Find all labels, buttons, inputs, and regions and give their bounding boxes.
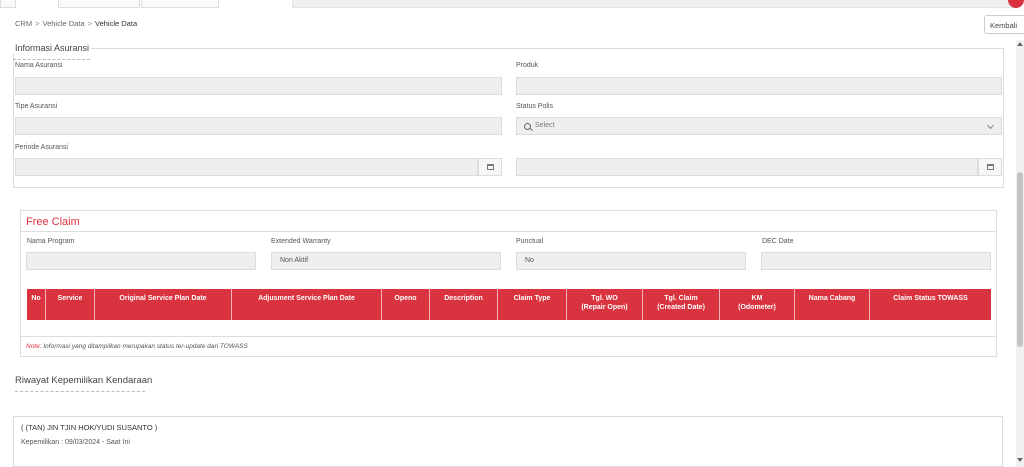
- note-prefix: Note:: [26, 343, 42, 350]
- legend-underline: [15, 391, 145, 392]
- scroll-down-icon[interactable]: [1017, 458, 1023, 462]
- status-polis-label: Status Polis: [516, 103, 553, 110]
- column-header-service[interactable]: Service: [46, 289, 95, 320]
- column-header-adjusment-date[interactable]: Adjusment Service Plan Date: [232, 289, 382, 320]
- column-header-original-date[interactable]: Original Service Plan Date: [95, 289, 232, 320]
- calendar-icon[interactable]: [978, 158, 1002, 176]
- ownership-card: [13, 416, 1003, 467]
- periode-asuransi-label: Periode Asuransi: [15, 144, 68, 151]
- top-bar-fill: [292, 0, 1016, 8]
- column-header-claim-type[interactable]: Claim Type: [498, 289, 567, 320]
- scroll-up-icon[interactable]: [1017, 42, 1023, 46]
- column-header-claim-status[interactable]: Claim Status TOWASS: [870, 289, 991, 320]
- dec-date-label: DEC Date: [762, 238, 794, 245]
- breadcrumb-separator: >: [35, 19, 40, 28]
- column-header-openo[interactable]: Openo: [382, 289, 430, 320]
- breadcrumb-item-current: Vehicle Data: [95, 19, 138, 28]
- periode-start-field[interactable]: [15, 158, 478, 176]
- top-tab[interactable]: [0, 0, 16, 8]
- produk-field[interactable]: [516, 77, 1002, 95]
- extended-warranty-label: Extended Warranty: [271, 238, 331, 245]
- claim-table-header: No Service Original Service Plan Date Ad…: [27, 289, 991, 320]
- free-claim-title: Free Claim: [26, 216, 80, 228]
- dec-date-field[interactable]: [761, 252, 991, 270]
- owner-name: ( (TAN) JIN TJIN HOK/YUDI SUSANTO ): [21, 423, 158, 432]
- column-header-nama-cabang[interactable]: Nama Cabang: [795, 289, 870, 320]
- back-button[interactable]: Kembali: [984, 15, 1024, 34]
- column-header-tgl-wo[interactable]: Tgl. WO (Repair Open): [567, 289, 643, 320]
- calendar-icon[interactable]: [478, 158, 502, 176]
- breadcrumb-item-vehicle-data[interactable]: Vehicle Data: [42, 19, 84, 28]
- free-claim-panel: [20, 210, 997, 357]
- produk-label: Produk: [516, 62, 539, 69]
- column-header-tgl-claim[interactable]: Tgl. Claim (Created Date): [643, 289, 720, 320]
- note-text: Informasi yang ditampilkan merupakan sta…: [41, 343, 248, 350]
- column-header-description[interactable]: Description: [430, 289, 498, 320]
- divider: [21, 336, 996, 337]
- periode-end-field[interactable]: [516, 158, 978, 176]
- status-polis-placeholder: Select: [535, 122, 555, 129]
- tipe-asuransi-label: Tipe Asuransi: [15, 103, 58, 110]
- scrollbar-thumb[interactable]: [1017, 172, 1023, 347]
- punctual-field[interactable]: No: [516, 252, 746, 270]
- breadcrumb: CRM > Vehicle Data > Vehicle Data: [15, 19, 137, 28]
- nama-program-field[interactable]: [26, 252, 256, 270]
- breadcrumb-separator: >: [87, 19, 92, 28]
- column-header-no[interactable]: No: [27, 289, 46, 320]
- towass-note: Note: Informasi yang ditampilkan merupak…: [26, 343, 248, 350]
- nama-program-label: Nama Program: [27, 238, 75, 245]
- insurance-legend: Informasi Asuransi: [13, 43, 92, 53]
- punctual-label: Punctual: [516, 238, 544, 245]
- breadcrumb-item-crm[interactable]: CRM: [15, 19, 32, 28]
- extended-warranty-field[interactable]: Non Aktif: [271, 252, 501, 270]
- legend-underline: [13, 59, 90, 60]
- top-tab[interactable]: [141, 0, 219, 8]
- column-header-km[interactable]: KM (Odometer): [720, 289, 795, 320]
- divider: [21, 231, 996, 232]
- ownership-period: Kepemilikan : 09/03/2024 - Saat Ini: [21, 439, 130, 446]
- nama-asuransi-field[interactable]: [15, 77, 502, 95]
- search-icon: [524, 123, 531, 130]
- top-tab[interactable]: [58, 0, 140, 8]
- tipe-asuransi-field[interactable]: [15, 117, 502, 135]
- ownership-history-title: Riwayat Kepemilikan Kendaraan: [15, 375, 153, 386]
- top-tab-strip: [0, 0, 1024, 8]
- status-polis-select[interactable]: [516, 117, 1002, 135]
- nama-asuransi-label: Nama Asuransi: [15, 62, 63, 69]
